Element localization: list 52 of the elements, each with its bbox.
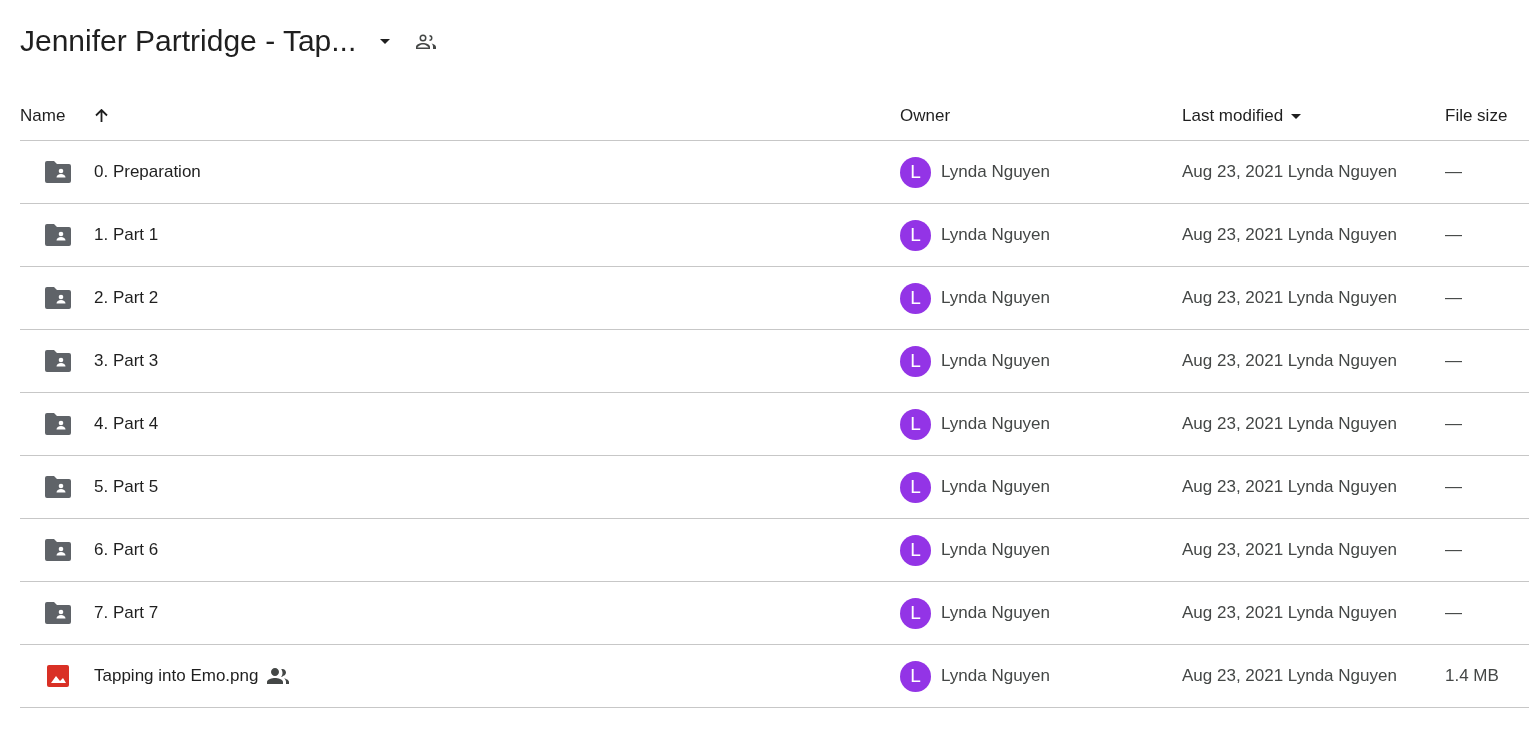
caret-icon[interactable] xyxy=(380,38,391,44)
last-modified: Aug 23, 2021 Lynda Nguyen xyxy=(1182,666,1398,686)
last-modified: Aug 23, 2021 Lynda Nguyen xyxy=(1182,414,1398,434)
last-modified: Aug 23, 2021 Lynda Nguyen xyxy=(1182,540,1398,560)
last-modified: Aug 23, 2021 Lynda Nguyen xyxy=(1182,603,1398,623)
owner-avatar: L xyxy=(900,408,931,440)
file-size: — xyxy=(1445,414,1463,434)
owner-name: Lynda Nguyen xyxy=(941,540,1050,560)
file-size: — xyxy=(1445,477,1463,497)
owner-name: Lynda Nguyen xyxy=(941,414,1050,434)
last-modified: Aug 23, 2021 Lynda Nguyen xyxy=(1182,351,1398,371)
file-name[interactable]: 0. Preparation xyxy=(94,162,201,182)
owner-name: Lynda Nguyen xyxy=(941,162,1050,182)
file-name[interactable]: 2. Part 2 xyxy=(94,288,159,308)
last-modified: Aug 23, 2021 Lynda Nguyen xyxy=(1182,288,1398,308)
column-header[interactable]: Owner xyxy=(900,106,951,126)
file-size: — xyxy=(1445,540,1463,560)
last-modified: Aug 23, 2021 Lynda Nguyen xyxy=(1182,162,1398,182)
file-name[interactable]: 7. Part 7 xyxy=(94,603,159,623)
column-header[interactable]: Last modified xyxy=(1182,106,1302,126)
file-size: — xyxy=(1445,288,1463,308)
owner-avatar: L xyxy=(900,534,931,566)
file-name[interactable]: 6. Part 6 xyxy=(94,540,159,560)
owner-avatar: L xyxy=(900,282,931,314)
owner-avatar: L xyxy=(900,219,931,251)
owner-name: Lynda Nguyen xyxy=(941,288,1050,308)
column-header[interactable]: File size xyxy=(1445,106,1508,126)
owner-avatar: L xyxy=(900,597,931,629)
column-header[interactable]: Name xyxy=(20,106,66,126)
file-size: 1.4 MB xyxy=(1445,666,1500,686)
sort-arrow-icon[interactable] xyxy=(95,109,109,123)
file-size: — xyxy=(1445,603,1463,623)
file-name[interactable]: 1. Part 1 xyxy=(94,225,159,245)
owner-avatar: L xyxy=(900,660,931,692)
owner-name: Lynda Nguyen xyxy=(941,666,1050,686)
owner-avatar: L xyxy=(900,156,931,188)
owner-name: Lynda Nguyen xyxy=(941,225,1050,245)
folder-title-button[interactable]: Jennifer Partridge - Tap... xyxy=(20,24,361,58)
owner-name: Lynda Nguyen xyxy=(941,477,1050,497)
file-name[interactable]: 5. Part 5 xyxy=(94,477,159,497)
owner-avatar: L xyxy=(900,471,931,503)
file-name[interactable]: Tapping into Emo.png xyxy=(94,666,259,686)
file-size: — xyxy=(1445,225,1463,245)
owner-name: Lynda Nguyen xyxy=(941,603,1050,623)
last-modified: Aug 23, 2021 Lynda Nguyen xyxy=(1182,477,1398,497)
file-name[interactable]: 3. Part 3 xyxy=(94,351,159,371)
owner-avatar: L xyxy=(900,345,931,377)
last-modified: Aug 23, 2021 Lynda Nguyen xyxy=(1182,225,1398,245)
owner-name: Lynda Nguyen xyxy=(941,351,1050,371)
file-name[interactable]: 4. Part 4 xyxy=(94,414,159,434)
file-size: — xyxy=(1445,351,1463,371)
file-size: — xyxy=(1445,162,1463,182)
